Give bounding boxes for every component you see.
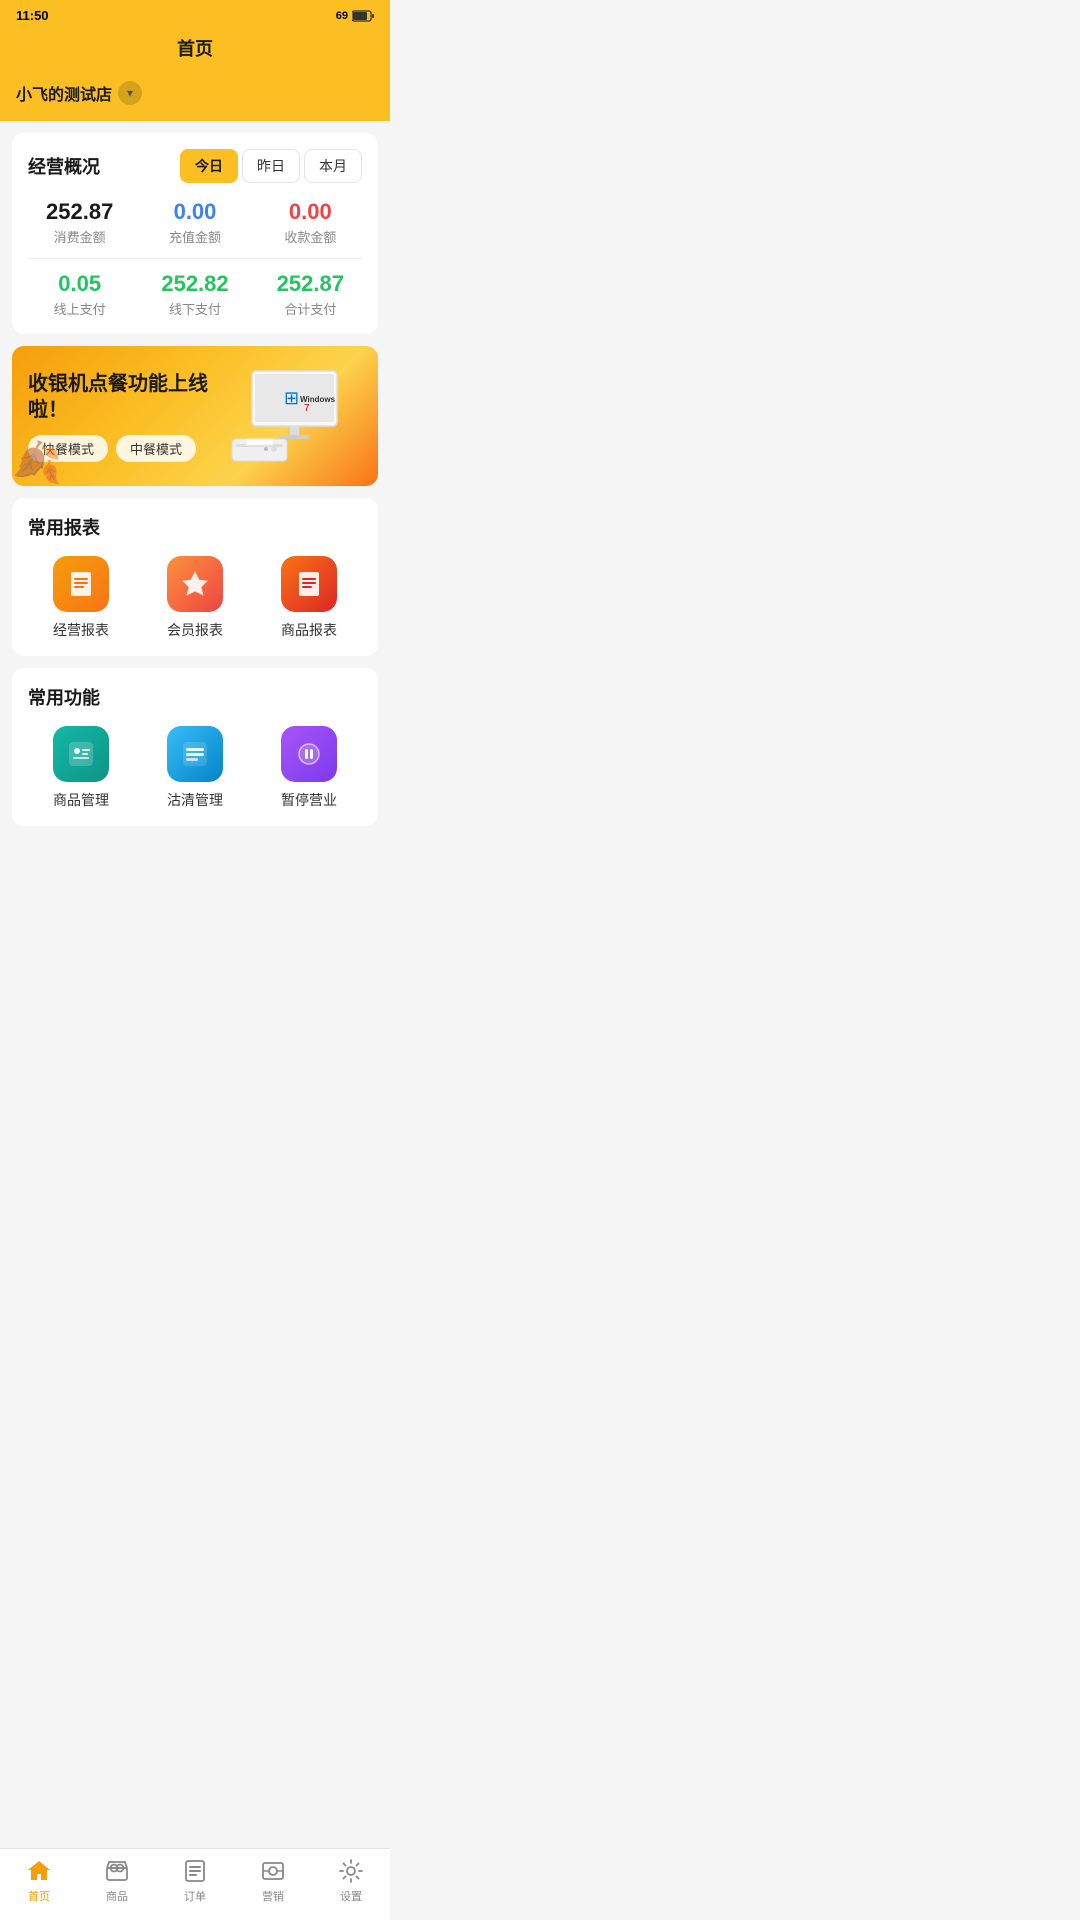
status-time: 11:50 xyxy=(16,8,49,23)
recharge-value: 0.00 xyxy=(143,199,246,225)
function-item-product-mgmt[interactable]: 商品管理 xyxy=(28,726,134,810)
nav-label-products: 商品 xyxy=(106,1888,128,1904)
reports-card: 常用报表 经营报表 会 xyxy=(12,498,378,656)
report-icon-member xyxy=(167,556,223,612)
functions-grid: 商品管理 沽清管理 xyxy=(28,726,362,810)
report-item-member[interactable]: 会员报表 xyxy=(142,556,248,640)
collection-value: 0.00 xyxy=(259,199,362,225)
tab-yesterday[interactable]: 昨日 xyxy=(242,149,300,183)
nav-label-settings: 设置 xyxy=(340,1888,362,1904)
nav-label-marketing: 营销 xyxy=(262,1888,284,1904)
stat-online-pay: 0.05 线上支付 xyxy=(28,271,131,318)
promo-banner[interactable]: 🍂 收银机点餐功能上线啦！ 快餐模式 中餐模式 ⊞ Windows 7 xyxy=(12,346,378,486)
main-content: 经营概况 今日 昨日 本月 252.87 消费金额 0.00 充值金额 0.00… xyxy=(0,133,390,918)
store-dropdown-chevron[interactable]: ▾ xyxy=(118,81,142,105)
sold-out-icon xyxy=(179,738,211,770)
time-tabs: 今日 昨日 本月 xyxy=(180,149,362,183)
nav-item-products[interactable]: 商品 xyxy=(78,1857,156,1904)
stats-divider xyxy=(28,258,362,259)
report-icon-business xyxy=(53,556,109,612)
recharge-label: 充值金额 xyxy=(143,227,246,246)
stats-row-2: 0.05 线上支付 252.82 线下支付 252.87 合计支付 xyxy=(28,271,362,318)
function-icon-pause xyxy=(281,726,337,782)
battery-icon xyxy=(352,10,374,22)
shop-icon xyxy=(103,1857,131,1885)
offline-pay-value: 252.82 xyxy=(143,271,246,297)
online-pay-label: 线上支付 xyxy=(28,299,131,318)
nav-spacer xyxy=(12,838,378,918)
stat-recharge: 0.00 充值金额 xyxy=(143,199,246,246)
store-name: 小飞的测试店 xyxy=(16,81,112,105)
stat-consumption: 252.87 消费金额 xyxy=(28,199,131,246)
pos-terminal-svg: ⊞ Windows 7 xyxy=(222,366,352,466)
function-item-pause[interactable]: 暂停营业 xyxy=(256,726,362,810)
consumption-label: 消费金额 xyxy=(28,227,131,246)
settings-icon xyxy=(337,1857,365,1885)
stat-offline-pay: 252.82 线下支付 xyxy=(143,271,246,318)
business-title: 经营概况 xyxy=(28,153,100,179)
stat-total-pay: 252.87 合计支付 xyxy=(259,271,362,318)
pause-icon xyxy=(293,738,325,770)
banner-decoration: 🍂 xyxy=(12,439,62,486)
report-item-product[interactable]: 商品报表 xyxy=(256,556,362,640)
collection-label: 收款金额 xyxy=(259,227,362,246)
function-label-product-mgmt: 商品管理 xyxy=(53,790,109,810)
nav-item-orders[interactable]: 订单 xyxy=(156,1857,234,1904)
reports-grid: 经营报表 会员报表 xyxy=(28,556,362,640)
consumption-value: 252.87 xyxy=(28,199,131,225)
nav-item-settings[interactable]: 设置 xyxy=(312,1857,390,1904)
nav-label-orders: 订单 xyxy=(184,1888,206,1904)
function-icon-sold-out xyxy=(167,726,223,782)
total-pay-label: 合计支付 xyxy=(259,299,362,318)
store-selector[interactable]: 小飞的测试店 ▾ xyxy=(0,73,390,121)
nav-item-home[interactable]: 首页 xyxy=(0,1857,78,1904)
banner-btn-chinese-food[interactable]: 中餐模式 xyxy=(116,435,196,462)
function-icon-product-mgmt xyxy=(53,726,109,782)
nav-item-marketing[interactable]: 营销 xyxy=(234,1857,312,1904)
member-report-icon xyxy=(179,568,211,600)
page-header: 首页 xyxy=(0,27,390,73)
business-report-icon xyxy=(65,568,97,600)
offline-pay-label: 线下支付 xyxy=(143,299,246,318)
report-icon-product xyxy=(281,556,337,612)
function-label-pause: 暂停营业 xyxy=(281,790,337,810)
battery-level: 69 xyxy=(336,10,348,22)
reports-title: 常用报表 xyxy=(28,514,362,540)
order-icon xyxy=(181,1857,209,1885)
report-label-business: 经营报表 xyxy=(53,620,109,640)
online-pay-value: 0.05 xyxy=(28,271,131,297)
business-overview-card: 经营概况 今日 昨日 本月 252.87 消费金额 0.00 充值金额 0.00… xyxy=(12,133,378,334)
svg-text:7: 7 xyxy=(304,403,310,414)
banner-image: ⊞ Windows 7 xyxy=(222,366,362,466)
functions-title: 常用功能 xyxy=(28,684,362,710)
status-icons: 69 xyxy=(336,10,374,22)
stats-row-1: 252.87 消费金额 0.00 充值金额 0.00 收款金额 xyxy=(28,199,362,246)
page-title: 首页 xyxy=(177,39,213,59)
nav-label-home: 首页 xyxy=(28,1888,50,1904)
total-pay-value: 252.87 xyxy=(259,271,362,297)
tab-today[interactable]: 今日 xyxy=(180,149,238,183)
status-bar: 11:50 69 xyxy=(0,0,390,27)
product-report-icon xyxy=(293,568,325,600)
function-label-sold-out: 沽清管理 xyxy=(167,790,223,810)
card-header: 经营概况 今日 昨日 本月 xyxy=(28,149,362,183)
svg-text:⊞: ⊞ xyxy=(284,388,299,408)
bottom-nav: 首页 商品 订单 xyxy=(0,1848,390,1920)
report-label-product: 商品报表 xyxy=(281,620,337,640)
marketing-icon xyxy=(259,1857,287,1885)
functions-card: 常用功能 商品管理 xyxy=(12,668,378,826)
home-icon xyxy=(25,1857,53,1885)
product-mgmt-icon xyxy=(65,738,97,770)
banner-title: 收银机点餐功能上线啦！ xyxy=(28,371,222,423)
report-label-member: 会员报表 xyxy=(167,620,223,640)
stat-collection: 0.00 收款金额 xyxy=(259,199,362,246)
function-item-sold-out[interactable]: 沽清管理 xyxy=(142,726,248,810)
tab-month[interactable]: 本月 xyxy=(304,149,362,183)
report-item-business[interactable]: 经营报表 xyxy=(28,556,134,640)
